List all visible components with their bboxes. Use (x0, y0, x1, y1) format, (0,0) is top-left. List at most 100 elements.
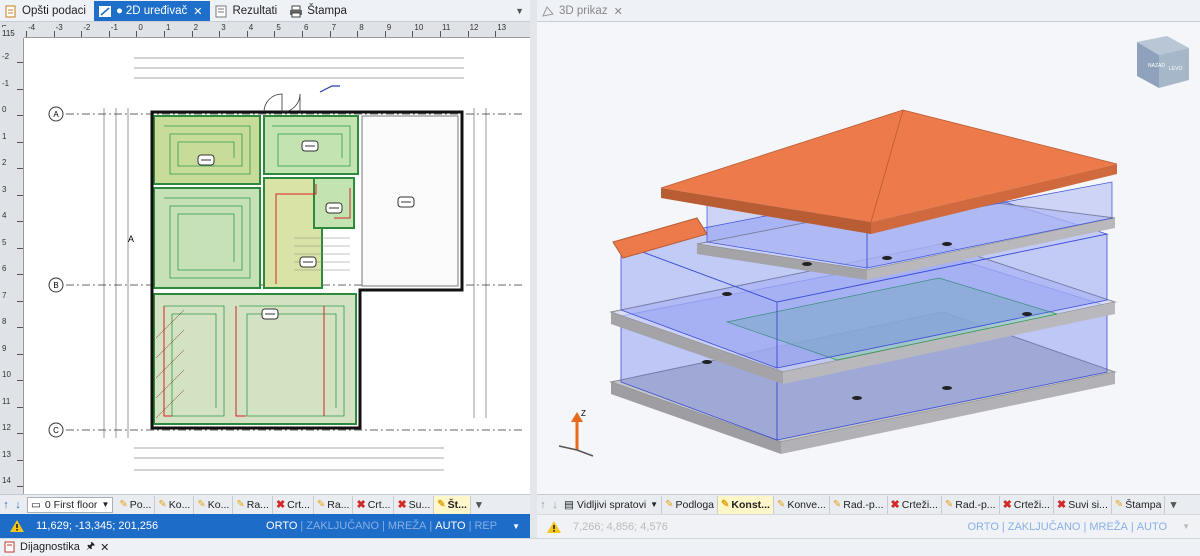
pane-splitter[interactable] (530, 0, 537, 538)
layer-tab-label: Rad.-p... (843, 498, 884, 511)
status-flag-auto[interactable]: AUTO (432, 520, 468, 532)
arrow-down-icon[interactable]: ↓ (12, 496, 24, 514)
hidden-x-icon: ✖ (356, 499, 366, 511)
ruler-tick-label: 4 (248, 23, 254, 32)
status-dropdown-icon[interactable]: ▼ (1182, 522, 1190, 531)
layer-tab[interactable]: ✖ Suvi si... (1054, 495, 1112, 514)
ruler-tick (274, 31, 276, 37)
layer-tab[interactable]: ✎ Konst... (718, 495, 774, 514)
ruler-tick (17, 380, 23, 381)
layer-tab[interactable]: ✖ Crteži... (1000, 495, 1054, 514)
ruler-tick (17, 88, 23, 90)
layer-tab[interactable]: ✎ Ko... (194, 495, 234, 514)
ruler-tick (17, 141, 23, 143)
ruler-tick (17, 353, 23, 355)
status-flags: ORTO | ZAKLJUČANO | MREŽA | AUTO | REP (263, 520, 500, 532)
hidden-x-icon: ✖ (1056, 499, 1067, 511)
layer-tab[interactable]: ✖ Crteži... (888, 495, 942, 514)
axis-marker-c: C (48, 422, 64, 438)
layer-tab[interactable]: ✖ Crt... (273, 495, 314, 514)
warning-icon[interactable] (10, 520, 24, 532)
room-living[interactable] (153, 293, 357, 425)
svg-text:LEVO: LEVO (1169, 66, 1182, 72)
ruler-tick-label: 9 (386, 23, 392, 32)
tab-print[interactable]: Štampa (285, 1, 355, 21)
arrow-up-icon[interactable]: ↑ (0, 496, 12, 514)
ruler-tick-label: 13 (2, 449, 11, 459)
ruler-tick-label: 2 (193, 23, 199, 32)
layer-tab[interactable]: ✖ Su... (394, 495, 435, 514)
pin-icon: ✎ (316, 499, 326, 510)
status-flag-auto[interactable]: AUTO (1134, 521, 1170, 533)
svg-text:B: B (53, 281, 58, 290)
layer-tab[interactable]: ✎ Konve... (774, 495, 830, 514)
layer-tab-label: Po... (129, 498, 152, 511)
status-flag-zaključano[interactable]: ZAKLJUČANO (1005, 521, 1084, 533)
close-icon[interactable]: ✕ (614, 5, 623, 18)
layers-dropdown-icon[interactable]: ▾ (471, 496, 487, 514)
document-icon (5, 5, 16, 17)
cursor-coordinates: 11,629; -13,345; 201,256 (36, 520, 159, 532)
layer-tab-label: Crt... (287, 498, 310, 511)
tab-results[interactable]: Rezultati (210, 1, 285, 21)
layer-tab[interactable]: ✎ Ra... (314, 495, 354, 514)
ruler-tick-label: 11 (442, 23, 451, 32)
axis-marker-b: B (48, 277, 64, 293)
3d-viewport[interactable]: NAZAD LEVO Z (537, 22, 1200, 494)
diagnostics-panel-header[interactable]: Dijagnostika 🖈 ✕ (0, 538, 1200, 555)
results-icon (215, 5, 227, 17)
status-flag-mreža[interactable]: MREŽA (1086, 521, 1131, 533)
status-flag-mreža[interactable]: MREŽA (385, 520, 430, 532)
layer-tab[interactable]: ✎ Po... (116, 495, 156, 514)
status-dropdown-icon[interactable]: ▼ (512, 522, 520, 531)
visible-floors-select[interactable]: ▤ Vidljivi spratovi ▼ (561, 495, 663, 514)
pin-icon[interactable]: 🖈 (86, 539, 95, 556)
status-flag-orto[interactable]: ORTO (263, 520, 300, 532)
tab-2d-editor[interactable]: ● 2D uređivač ✕ (93, 1, 211, 21)
ruler-tick (17, 459, 23, 461)
ruler-tick (53, 31, 55, 37)
layer-tab-label: Crteži... (1013, 498, 1050, 511)
close-icon[interactable]: ✕ (193, 5, 202, 18)
ruler-tick-label: 5 (2, 237, 7, 247)
layer-tab-label: Ra... (327, 498, 350, 511)
layer-tab[interactable]: ✎ Rad.-p... (942, 495, 1000, 514)
layer-tab[interactable]: ✎ Ko... (155, 495, 195, 514)
tab-general-data[interactable]: Opšti podaci (0, 1, 94, 21)
warning-icon[interactable] (547, 520, 561, 533)
ruler-tick (17, 221, 23, 222)
ruler-tick (219, 31, 221, 37)
status-flag-rep[interactable]: REP (471, 520, 500, 532)
layer-tab[interactable]: ✎ Št... (434, 495, 471, 514)
axis-marker-a: A (48, 106, 64, 122)
ruler-tick (17, 300, 23, 302)
left-status-bar: 11,629; -13,345; 201,256 ORTO | ZAKLJUČANO… (0, 514, 530, 538)
pin-icon: ✎ (236, 499, 245, 510)
ruler-tick (17, 406, 23, 408)
layer-tab[interactable]: ✎ Rad.-p... (830, 495, 888, 514)
layer-tab[interactable]: ✖ Crt... (353, 495, 395, 514)
layers-dropdown-icon[interactable]: ▾ (1165, 496, 1181, 514)
pin-icon: ✎ (832, 499, 842, 510)
arrow-down-icon[interactable]: ↓ (549, 496, 561, 514)
layer-tab-label: Štampa (1125, 498, 1162, 511)
layer-tab[interactable]: ✎ Štampa (1112, 495, 1166, 514)
svg-text:A: A (53, 110, 59, 119)
vertical-ruler: -2 -1 0 1 2 3 4 5 6 7 8 9 10 11 12 13 14 (0, 38, 24, 494)
ruler-tick-label: 8 (2, 317, 7, 326)
ruler-tick (17, 115, 23, 116)
ruler-tick (17, 62, 23, 63)
tab-3d-view[interactable]: 3D prikaz ✕ (537, 1, 631, 21)
ruler-tick-label: 2 (2, 158, 7, 167)
floor-select[interactable]: ▭ 0 First floor ▼ (27, 496, 114, 513)
status-flag-zaključano[interactable]: ZAKLJUČANO (303, 520, 382, 532)
room-label: A (128, 234, 134, 244)
layer-tab[interactable]: ✎ Podloga (662, 495, 719, 514)
status-flag-orto[interactable]: ORTO (965, 521, 1002, 533)
layer-tab[interactable]: ✎ Ra... (233, 495, 273, 514)
floor-plan-canvas[interactable]: A B C A (24, 38, 530, 494)
view-cube[interactable]: NAZAD LEVO (1137, 36, 1189, 88)
tab-list-dropdown-icon[interactable]: ▼ (515, 6, 524, 16)
arrow-up-icon[interactable]: ↑ (537, 496, 549, 514)
close-icon[interactable]: ✕ (100, 541, 109, 554)
